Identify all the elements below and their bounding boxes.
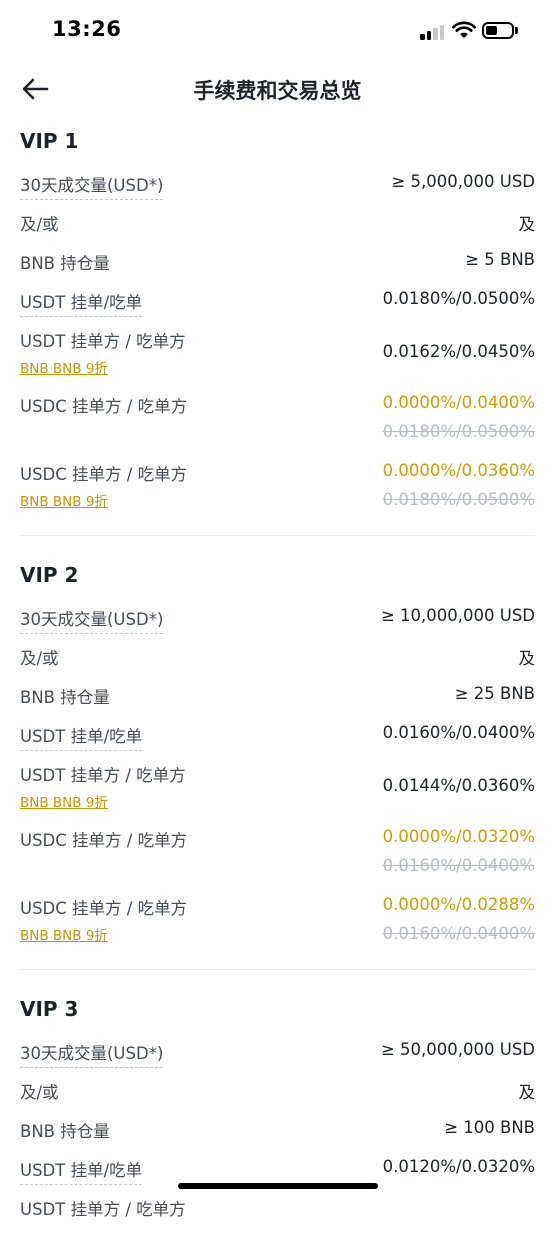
bnb-holding-value: ≥ 25 BNB [454, 684, 535, 703]
status-bar: 13:26 [0, 0, 555, 62]
row-usdt-fee: USDT 挂单/吃单 0.0180%/0.0500% [0, 281, 555, 320]
bnb-holding-label: BNB 持仓量 [20, 688, 110, 707]
volume-value: ≥ 50,000,000 USD [380, 1040, 535, 1059]
and-or-value: 及 [518, 1083, 536, 1102]
status-time: 13:26 [52, 17, 122, 41]
row-usdt-fee: USDT 挂单/吃单 0.0160%/0.0400% [0, 715, 555, 754]
usdt-fee-label[interactable]: USDT 挂单/吃单 [20, 289, 143, 317]
usdc-fee-value: 0.0000%/0.0320% [382, 827, 535, 846]
usdc-bnb-fee-value: 0.0000%/0.0288% [382, 895, 535, 914]
row-usdc-bnb-fee: USDC 挂单方 / 吃单方 BNB BNB 9折 0.0000%/0.0288… [0, 887, 555, 955]
and-or-value: 及 [518, 215, 536, 234]
tier-title: VIP 1 [20, 129, 79, 153]
bnb-holding-label: BNB 持仓量 [20, 254, 110, 273]
battery-cap [515, 27, 518, 34]
usdc-fee-value: 0.0000%/0.0400% [382, 393, 535, 412]
bnb-discount-link[interactable]: BNB BNB 9折 [20, 791, 108, 811]
row-bnb-holding: BNB 持仓量 ≥ 100 BNB [0, 1110, 555, 1149]
usdc-fee-original: 0.0180%/0.0500% [382, 422, 535, 441]
row-usdt-bnb-fee: USDT 挂单方 / 吃单方 BNB BNB 9折 0.0144%/0.0360… [0, 754, 555, 819]
usdc-bnb-fee-original: 0.0180%/0.0500% [382, 490, 535, 509]
row-usdt-bnb-fee: USDT 挂单方 / 吃单方 BNB BNB 9折 0.0162%/0.0450… [0, 320, 555, 385]
and-or-value: 及 [518, 649, 536, 668]
volume-label[interactable]: 30天成交量(USD*) [20, 1040, 164, 1068]
divider [20, 535, 535, 536]
volume-value: ≥ 10,000,000 USD [380, 606, 535, 625]
bnb-holding-value: ≥ 5 BNB [465, 250, 535, 269]
usdc-bnb-fee-original: 0.0160%/0.0400% [382, 924, 535, 943]
row-usdc-fee: USDC 挂单方 / 吃单方 0.0000%/0.0400% 0.0180%/0… [0, 385, 555, 453]
and-or-label: 及/或 [20, 649, 59, 668]
and-or-label: 及/或 [20, 215, 59, 234]
signal-icon [420, 24, 446, 40]
bnb-discount-link[interactable]: BNB BNB 9折 [20, 357, 108, 377]
bnb-discount-link[interactable]: BNB BNB 9折 [20, 490, 108, 510]
usdt-fee-label[interactable]: USDT 挂单/吃单 [20, 1157, 143, 1185]
usdt-bnb-fee-label: USDT 挂单方 / 吃单方 [20, 332, 186, 351]
row-and-or: 及/或 及 [0, 637, 555, 676]
row-30d-volume: 30天成交量(USD*) ≥ 5,000,000 USD [0, 164, 555, 203]
usdc-bnb-fee-value: 0.0000%/0.0360% [382, 461, 535, 480]
page-title: 手续费和交易总览 [193, 79, 362, 103]
row-usdt-bnb-fee: USDT 挂单方 / 吃单方 [0, 1188, 555, 1253]
battery-icon [482, 22, 514, 39]
divider [20, 969, 535, 970]
bnb-holding-value: ≥ 100 BNB [444, 1118, 535, 1137]
row-usdc-fee: USDC 挂单方 / 吃单方 0.0000%/0.0320% 0.0160%/0… [0, 819, 555, 887]
usdt-fee-value: 0.0120%/0.0320% [382, 1157, 535, 1176]
usdt-bnb-fee-value: 0.0144%/0.0360% [382, 776, 535, 795]
tier-vip3: VIP 3 30天成交量(USD*) ≥ 50,000,000 USD 及/或 … [0, 986, 555, 1253]
usdt-fee-label[interactable]: USDT 挂单/吃单 [20, 723, 143, 751]
row-usdc-bnb-fee: USDC 挂单方 / 吃单方 BNB BNB 9折 0.0000%/0.0360… [0, 453, 555, 521]
tier-vip2: VIP 2 30天成交量(USD*) ≥ 10,000,000 USD 及/或 … [0, 552, 555, 970]
row-bnb-holding: BNB 持仓量 ≥ 5 BNB [0, 242, 555, 281]
usdt-bnb-fee-value: 0.0162%/0.0450% [382, 342, 535, 361]
tier-title: VIP 2 [20, 563, 79, 587]
row-and-or: 及/或 及 [0, 1071, 555, 1110]
row-30d-volume: 30天成交量(USD*) ≥ 10,000,000 USD [0, 598, 555, 637]
fee-tier-list: VIP 1 30天成交量(USD*) ≥ 5,000,000 USD 及/或 及… [0, 118, 555, 1253]
usdc-fee-label: USDC 挂单方 / 吃单方 [20, 397, 188, 416]
tier-vip1: VIP 1 30天成交量(USD*) ≥ 5,000,000 USD 及/或 及… [0, 118, 555, 536]
usdt-fee-value: 0.0160%/0.0400% [382, 723, 535, 742]
volume-label[interactable]: 30天成交量(USD*) [20, 606, 164, 634]
and-or-label: 及/或 [20, 1083, 59, 1102]
tier-title: VIP 3 [20, 997, 79, 1021]
wifi-icon [452, 21, 476, 38]
bnb-holding-label: BNB 持仓量 [20, 1122, 110, 1141]
home-indicator[interactable] [178, 1183, 378, 1189]
usdc-bnb-fee-label: USDC 挂单方 / 吃单方 [20, 465, 188, 484]
bnb-discount-link[interactable]: BNB BNB 9折 [20, 924, 108, 944]
volume-value: ≥ 5,000,000 USD [391, 172, 535, 191]
usdc-fee-original: 0.0160%/0.0400% [382, 856, 535, 875]
row-30d-volume: 30天成交量(USD*) ≥ 50,000,000 USD [0, 1032, 555, 1071]
nav-bar: 手续费和交易总览 [0, 62, 555, 118]
row-and-or: 及/或 及 [0, 203, 555, 242]
usdc-fee-label: USDC 挂单方 / 吃单方 [20, 831, 188, 850]
volume-label[interactable]: 30天成交量(USD*) [20, 172, 164, 200]
row-bnb-holding: BNB 持仓量 ≥ 25 BNB [0, 676, 555, 715]
usdt-bnb-fee-label: USDT 挂单方 / 吃单方 [20, 766, 186, 785]
usdt-fee-value: 0.0180%/0.0500% [382, 289, 535, 308]
usdc-bnb-fee-label: USDC 挂单方 / 吃单方 [20, 899, 188, 918]
